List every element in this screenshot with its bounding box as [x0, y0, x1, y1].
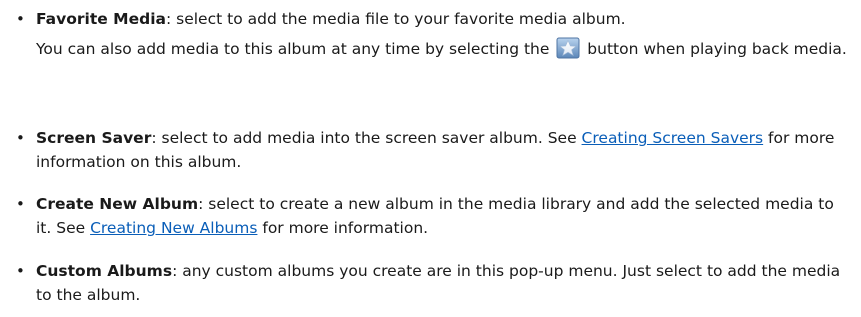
note-text-before: You can also add media to this album at … [36, 40, 550, 58]
bullet: • [16, 195, 25, 213]
list-item-favorite-media: • Favorite Media: select to add the medi… [16, 7, 851, 31]
term-custom-albums: Custom Albums [36, 262, 173, 280]
description-screen-saver: : select to add media into the screen sa… [151, 129, 582, 147]
list-item-custom-albums: • Custom Albums: any custom albums you c… [16, 259, 851, 307]
list-item-screen-saver: • Screen Saver: select to add media into… [16, 126, 851, 174]
description-favorite-media: : select to add the media file to your f… [165, 10, 626, 28]
bullet: • [16, 129, 25, 147]
favorite-media-note: You can also add media to this album at … [36, 37, 851, 61]
link-creating-new-albums[interactable]: Creating New Albums [90, 219, 257, 237]
list-item-create-new-album: • Create New Album: select to create a n… [16, 192, 851, 240]
bullet: • [16, 10, 25, 28]
note-text-after: button when playing back media. [587, 40, 847, 58]
bullet: • [16, 262, 25, 280]
description-create-new-album-after: for more information. [257, 219, 429, 237]
term-screen-saver: Screen Saver [36, 129, 152, 147]
favorite-star-icon [556, 37, 580, 59]
link-creating-screen-savers[interactable]: Creating Screen Savers [582, 129, 764, 147]
term-favorite-media: Favorite Media [36, 10, 166, 28]
term-create-new-album: Create New Album [36, 195, 199, 213]
